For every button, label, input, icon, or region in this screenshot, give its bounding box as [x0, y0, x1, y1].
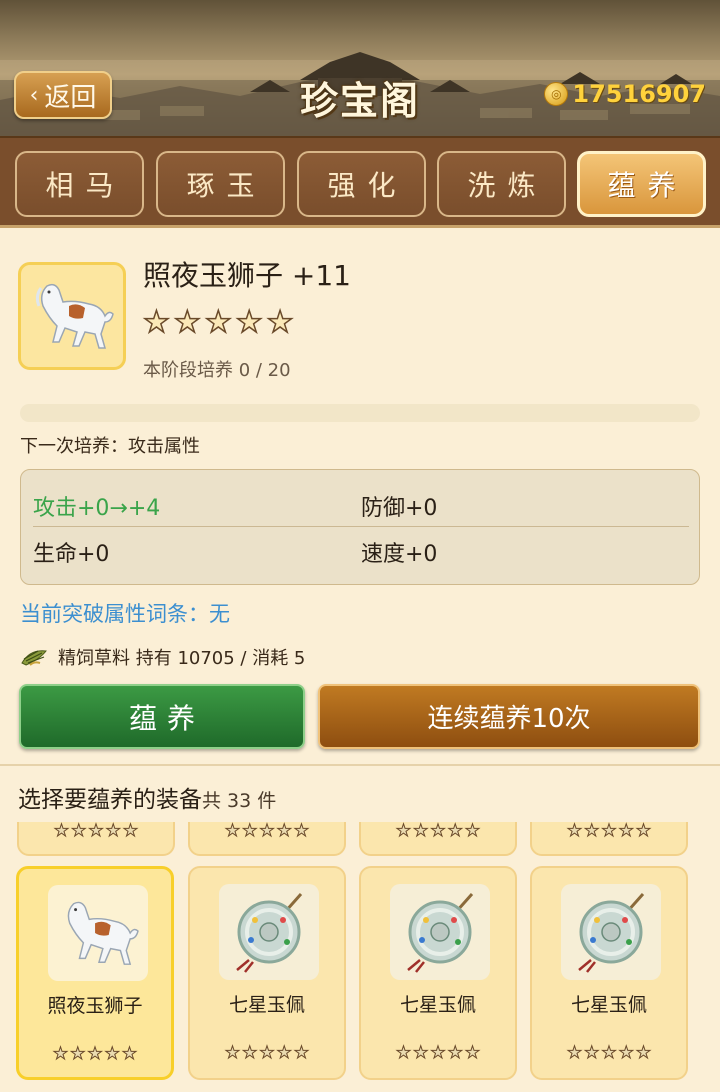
nourish-button[interactable]: 蕴养 [19, 684, 305, 749]
tab-qianghua[interactable]: 强化 [297, 151, 426, 217]
training-progress-bar [20, 404, 700, 422]
star-icon: ★ [235, 305, 263, 341]
equipment-card-selected[interactable]: 照夜玉狮子 ★ ★ ★ ★ ★ [16, 866, 174, 1080]
equipment-count: 共 33 件 [202, 790, 277, 812]
header-bar: ‹ 返回 珍宝阁 ◎ 17516907 [0, 0, 720, 136]
equipment-section-label: 选择要蕴养的装备 [18, 787, 202, 813]
tab-xiangma[interactable]: 相马 [15, 151, 144, 217]
stat-hp: 生命+0 [33, 542, 110, 567]
equipment-card-partial[interactable]: ★ ★ ★ ★ ★ [359, 822, 517, 856]
item-thumbnail[interactable] [18, 262, 126, 370]
tab-zhuoyu[interactable]: 琢玉 [156, 151, 285, 217]
stat-speed: 速度+0 [361, 542, 438, 567]
equipment-grid[interactable]: ★ ★ ★ ★ ★ ★ ★ ★ ★ ★ ★ ★ ★ ★ ★ ★ ★ ★ ★ ★ 照夜玉狮子 ★ ★ ★ ★ ★ [0, 822, 720, 1092]
item-name: 照夜玉狮子 +11 [143, 259, 351, 292]
equipment-image [48, 885, 148, 981]
stat-panel: 攻击+0→+4 防御+0 生命+0 速度+0 [20, 469, 700, 585]
material-info: 精饲草料 持有 10705 / 消耗 5 [20, 644, 305, 670]
jade-pendant-icon [578, 893, 645, 973]
next-training-label: 下一次培养：攻击属性 [20, 436, 200, 457]
grass-bundle-icon [21, 650, 47, 666]
equipment-image [561, 884, 661, 980]
jade-pendant-icon [407, 893, 474, 973]
equipment-card-partial[interactable]: ★ ★ ★ ★ ★ [188, 822, 346, 856]
equipment-card[interactable]: 七星玉佩 ★ ★ ★ ★ ★ [188, 866, 346, 1080]
tab-xilian[interactable]: 洗炼 [437, 151, 566, 217]
equipment-card-partial[interactable]: ★ ★ ★ ★ ★ [17, 822, 175, 856]
equipment-name: 照夜玉狮子 [47, 995, 143, 1017]
equipment-image [219, 884, 319, 980]
equipment-name: 七星玉佩 [570, 994, 647, 1016]
stat-defense: 防御+0 [361, 496, 438, 521]
coin-amount: 17516907 [572, 80, 706, 108]
equipment-name: 七星玉佩 [399, 994, 476, 1016]
card-star-rating: ★ ★ ★ ★ ★ [53, 822, 139, 841]
equipment-card[interactable]: 七星玉佩 ★ ★ ★ ★ ★ [530, 866, 688, 1080]
jade-pendant-icon [236, 893, 303, 973]
section-divider [0, 764, 720, 766]
stat-divider [33, 526, 689, 527]
material-text: 精饲草料 持有 10705 / 消耗 5 [58, 648, 306, 669]
nourish-10-times-button[interactable]: 连续蕴养10次 [318, 684, 700, 749]
item-star-rating: ★ ★ ★ ★ ★ [142, 305, 294, 341]
card-star-rating: ★ ★ ★ ★ ★ [52, 1044, 138, 1064]
card-star-rating: ★ ★ ★ ★ ★ [566, 822, 652, 841]
tab-bar: 相马 琢玉 强化 洗炼 蕴养 [0, 136, 720, 228]
card-star-rating: ★ ★ ★ ★ ★ [395, 1043, 481, 1063]
coin-balance: ◎ 17516907 [544, 80, 706, 108]
star-icon: ★ [266, 305, 294, 341]
white-horse-icon [35, 283, 114, 349]
tab-yunyang[interactable]: 蕴养 [577, 151, 706, 217]
star-icon: ★ [173, 305, 201, 341]
card-star-rating: ★ ★ ★ ★ ★ [224, 1043, 310, 1063]
stat-attack: 攻击+0→+4 [33, 496, 161, 521]
equipment-card-partial[interactable]: ★ ★ ★ ★ ★ [530, 822, 688, 856]
card-star-rating: ★ ★ ★ ★ ★ [395, 822, 481, 841]
card-star-rating: ★ ★ ★ ★ ★ [566, 1043, 652, 1063]
breakthrough-attribute: 当前突破属性词条：无 [20, 602, 230, 626]
white-horse-icon [67, 901, 139, 965]
star-icon: ★ [142, 305, 170, 341]
stage-progress-text: 本阶段培养 0 / 20 [143, 360, 291, 381]
card-star-rating: ★ ★ ★ ★ ★ [224, 822, 310, 841]
star-icon: ★ [204, 305, 232, 341]
equipment-image [390, 884, 490, 980]
equipment-card[interactable]: 七星玉佩 ★ ★ ★ ★ ★ [359, 866, 517, 1080]
equipment-name: 七星玉佩 [228, 994, 305, 1016]
coin-icon: ◎ [544, 82, 569, 106]
equipment-section-title: 选择要蕴养的装备共 33 件 [18, 780, 276, 814]
